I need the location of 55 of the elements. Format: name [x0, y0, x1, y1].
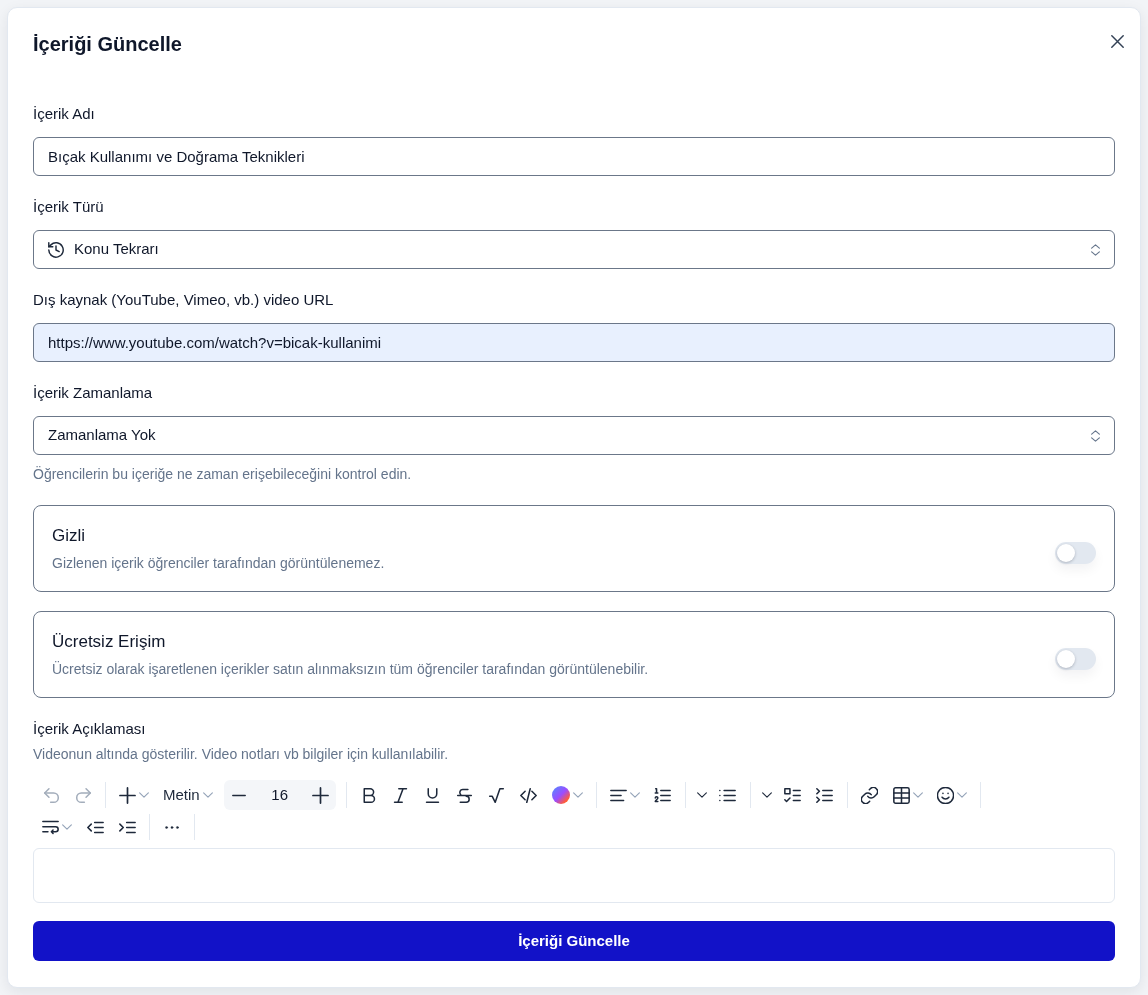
- font-size-field[interactable]: 16: [253, 783, 306, 807]
- text-field[interactable]: Bıçak Kullanımı ve Doğrama Teknikleri: [33, 137, 1115, 176]
- toggle-switch[interactable]: [1055, 647, 1096, 670]
- setting-description: Gizlenen içerik öğrenciler tarafından görüntülenemez.: [52, 554, 385, 573]
- chevron-down-icon: [572, 792, 583, 798]
- chevron-down-icon: [629, 792, 640, 798]
- chevron-list-icon: [816, 786, 834, 804]
- chevron-down-icon: [761, 792, 772, 798]
- plus-icon: [119, 786, 136, 804]
- select-field[interactable]: Konu Tekrarı: [33, 230, 1115, 269]
- checklist-icon: [784, 786, 802, 804]
- smiley-icon: [936, 786, 954, 804]
- select-field[interactable]: Zamanlama Yok: [33, 416, 1115, 455]
- field-label: İçerik Zamanlama: [33, 383, 154, 403]
- underline-icon: [424, 786, 442, 804]
- setting-title: Gizli: [52, 525, 87, 547]
- help-text: Videonun altında gösterilir. Video notları vb bilgiler için kullanılabilir.: [33, 745, 450, 764]
- field-label: İçerik Açıklaması: [33, 719, 147, 739]
- text-color-icon: [551, 786, 570, 804]
- code-icon: [520, 786, 538, 804]
- block-type-dropdown[interactable]: Metin: [156, 780, 220, 810]
- undo-icon: [42, 786, 60, 804]
- chevron-down-icon: [202, 792, 213, 798]
- more-icon: [165, 825, 179, 829]
- setting-title: Ücretsiz Erişim: [52, 631, 167, 653]
- text-wrap-icon: [42, 818, 59, 836]
- chevron-up-down-icon: [1091, 429, 1100, 442]
- close-icon: [1110, 34, 1124, 48]
- chevron-down-icon: [912, 792, 923, 798]
- square-root-icon: [488, 786, 506, 804]
- setting-description: Ücretsiz olarak işaretlenen içerikler satın alınmaksızın tüm öğrenciler tarafından görüntülenebilir.: [52, 660, 649, 679]
- chevron-down-icon: [956, 792, 967, 798]
- submit-button[interactable]: İçeriği Güncelle: [33, 921, 1115, 961]
- field-label: Dış kaynak (YouTube, Vimeo, vb.) video URL: [33, 290, 335, 310]
- dialog-title: İçeriği Güncelle: [33, 32, 182, 57]
- numbered-list-icon: [654, 786, 672, 804]
- chevron-down-icon: [62, 824, 72, 830]
- help-text: Öğrencilerin bu içeriğe ne zaman erişebileceğini kontrol edin.: [33, 465, 413, 484]
- table-icon: [892, 786, 910, 804]
- italic-icon: [392, 786, 410, 804]
- editor-field[interactable]: [33, 848, 1115, 903]
- bold-icon: [360, 786, 378, 804]
- chevron-up-down-icon: [1091, 243, 1100, 256]
- history-icon: [48, 241, 64, 258]
- link-icon: [861, 786, 879, 804]
- autofilled-text-field[interactable]: https://www.youtube.com/watch?v=bicak-kullanimi: [33, 323, 1115, 362]
- chevron-down-icon: [139, 792, 149, 798]
- redo-icon: [74, 786, 92, 804]
- chevron-down-icon: [696, 792, 707, 798]
- plus-icon: [312, 786, 330, 804]
- field-label: İçerik Türü: [33, 197, 105, 217]
- minus-icon: [231, 793, 246, 797]
- strikethrough-icon: [456, 786, 474, 804]
- field-label: İçerik Adı: [33, 104, 96, 124]
- toggle-switch[interactable]: [1055, 541, 1096, 564]
